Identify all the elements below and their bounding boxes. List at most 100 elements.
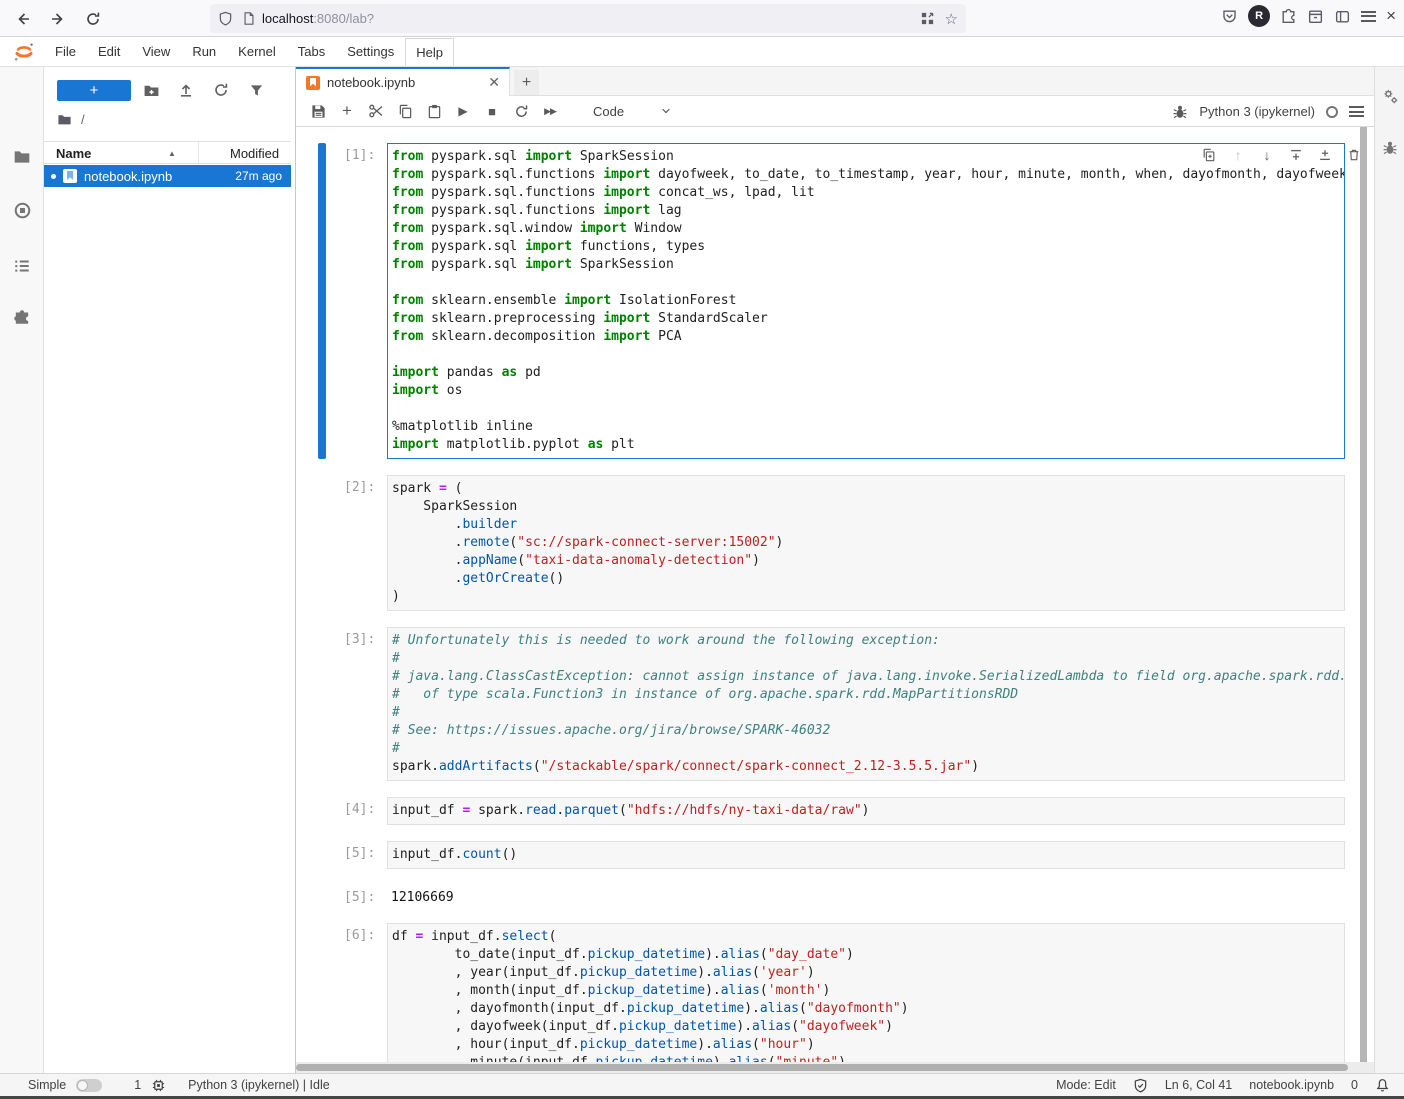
table-of-contents-icon[interactable] [0,250,44,282]
new-tab-button[interactable]: + [514,70,539,95]
pocket-icon[interactable] [1221,8,1238,25]
left-activity-bar [0,67,44,1073]
breadcrumb[interactable]: / [57,112,85,127]
column-modified[interactable]: Modified [230,146,279,161]
menu-help[interactable]: Help [405,38,454,66]
sort-ascending-icon[interactable]: ▲ [168,149,176,158]
notification-count[interactable]: 0 [1351,1078,1358,1092]
cell-collapser[interactable] [318,627,326,781]
profile-avatar[interactable]: R [1248,5,1270,27]
debugger-sidebar-bug-icon[interactable] [1375,133,1404,163]
code-cell[interactable]: [6]: df = input_df.select( to_date(input_… [296,923,1367,1062]
restart-run-all-icon[interactable]: ▶▶ [542,102,558,120]
cell-editor[interactable]: input_df.count() [387,841,1345,869]
kernel-chip-icon[interactable] [151,1078,166,1093]
cell-collapser[interactable] [318,923,326,1062]
move-down-icon[interactable]: ↓ [1259,147,1275,163]
run-icon[interactable]: ▶ [455,102,471,120]
move-up-icon[interactable]: ↑ [1230,147,1246,163]
menu-settings[interactable]: Settings [336,38,405,65]
menu-tabs[interactable]: Tabs [287,38,336,65]
extension-icon[interactable] [1280,8,1297,25]
window-close-icon[interactable]: × [1386,6,1396,26]
tab-notebook[interactable]: notebook.ipynb ✕ [296,67,510,96]
duplicate-icon[interactable] [1201,147,1217,163]
code-cell[interactable]: [2]:spark = ( SparkSession .builder .rem… [296,475,1367,611]
restart-kernel-icon[interactable] [513,102,529,120]
stop-icon[interactable]: ■ [484,102,500,120]
running-kernels-icon[interactable] [0,194,44,226]
kernel-status-icon[interactable] [1326,106,1338,118]
cell-collapser[interactable] [318,797,326,825]
menu-kernel[interactable]: Kernel [227,38,287,65]
cell-editor[interactable]: spark = ( SparkSession .builder .remote(… [387,475,1345,611]
mode-indicator[interactable]: Mode: Edit [1056,1078,1116,1092]
cell-editor[interactable]: # Unfortunately this is needed to work a… [387,627,1345,781]
code-cell[interactable]: [4]:input_df = spark.read.parquet("hdfs:… [296,797,1367,825]
cell-collapser[interactable] [318,143,326,459]
insert-cell-icon[interactable]: + [339,102,355,120]
notebook-scroll-area[interactable]: [1]:from pyspark.sql import SparkSession… [296,127,1367,1062]
new-folder-icon[interactable] [136,79,166,101]
cell-collapser[interactable] [318,841,326,869]
url-bar[interactable]: localhost:8080/lab? ☆ [210,4,966,33]
browser-forward-button[interactable] [45,6,71,32]
insert-above-icon[interactable] [1288,147,1304,163]
menu-edit[interactable]: Edit [87,38,131,65]
breadcrumb-root[interactable]: / [81,112,85,127]
bell-icon[interactable] [1375,1078,1390,1093]
vertical-scrollbar[interactable] [1360,127,1367,1073]
extension-manager-icon[interactable] [0,301,44,333]
sidebars-icon[interactable] [1334,8,1351,25]
browser-menu-icon[interactable] [1361,11,1376,22]
horizontal-scrollbar-thumb[interactable] [296,1064,1348,1071]
cell-collapser[interactable] [318,475,326,611]
status-filename[interactable]: notebook.ipynb [1249,1078,1334,1092]
cursor-position[interactable]: Ln 6, Col 41 [1165,1078,1232,1092]
cell-editor[interactable]: input_df = spark.read.parquet("hdfs://hd… [387,797,1345,825]
kernel-name[interactable]: Python 3 (ipykernel) [1199,104,1315,119]
column-name[interactable]: Name [56,146,91,161]
file-browser-icon[interactable] [0,141,44,173]
bookmark-star-icon[interactable]: ☆ [945,10,958,28]
save-icon[interactable] [310,102,326,120]
code-cell[interactable]: [3]:# Unfortunately this is needed to wo… [296,627,1367,781]
cell-editor[interactable]: df = input_df.select( to_date(input_df.p… [387,923,1345,1062]
insert-below-icon[interactable] [1317,147,1333,163]
new-launcher-button[interactable]: + [57,80,131,101]
menu-run[interactable]: Run [181,38,227,65]
grid-view-icon[interactable] [920,11,935,26]
delete-icon[interactable] [1346,147,1362,163]
output-cell[interactable]: [5]:12106669 [296,885,1367,907]
folder-icon[interactable] [57,112,72,127]
file-row-notebook[interactable]: notebook.ipynb 27m ago [44,165,291,187]
upload-icon[interactable] [171,79,201,101]
cell-collapser[interactable] [318,885,326,907]
code-cell[interactable]: [5]:input_df.count() [296,841,1367,869]
property-inspector-gears-icon[interactable] [1375,81,1404,111]
cell-editor[interactable]: from pyspark.sql import SparkSessionfrom… [387,143,1345,459]
refresh-icon[interactable] [206,79,236,101]
trusted-shield-icon[interactable] [1133,1078,1148,1093]
browser-reload-button[interactable] [80,6,106,32]
simple-mode-toggle[interactable] [76,1079,102,1092]
cut-icon[interactable] [368,102,384,120]
paste-icon[interactable] [426,102,442,120]
debugger-bug-icon[interactable] [1172,104,1188,120]
cell-type-select[interactable]: Code [593,104,672,119]
filter-icon[interactable] [241,79,271,101]
copy-icon[interactable] [397,102,413,120]
kernel-status-text[interactable]: Python 3 (ipykernel) | Idle [188,1078,330,1092]
shield-icon[interactable] [218,11,233,26]
code-cell[interactable]: [1]:from pyspark.sql import SparkSession… [296,143,1367,459]
menu-view[interactable]: View [131,38,181,65]
browser-back-button[interactable] [10,6,36,32]
kernel-session-count[interactable]: 1 [134,1078,141,1092]
tab-close-icon[interactable]: ✕ [488,74,500,91]
input-prompt: [6]: [344,928,375,943]
horizontal-scrollbar-track[interactable] [296,1062,1374,1073]
archive-box-icon[interactable] [1307,8,1324,25]
toolbar-menu-icon[interactable] [1349,106,1364,117]
menu-file[interactable]: File [44,38,87,65]
url-text[interactable]: localhost:8080/lab? [262,11,920,26]
